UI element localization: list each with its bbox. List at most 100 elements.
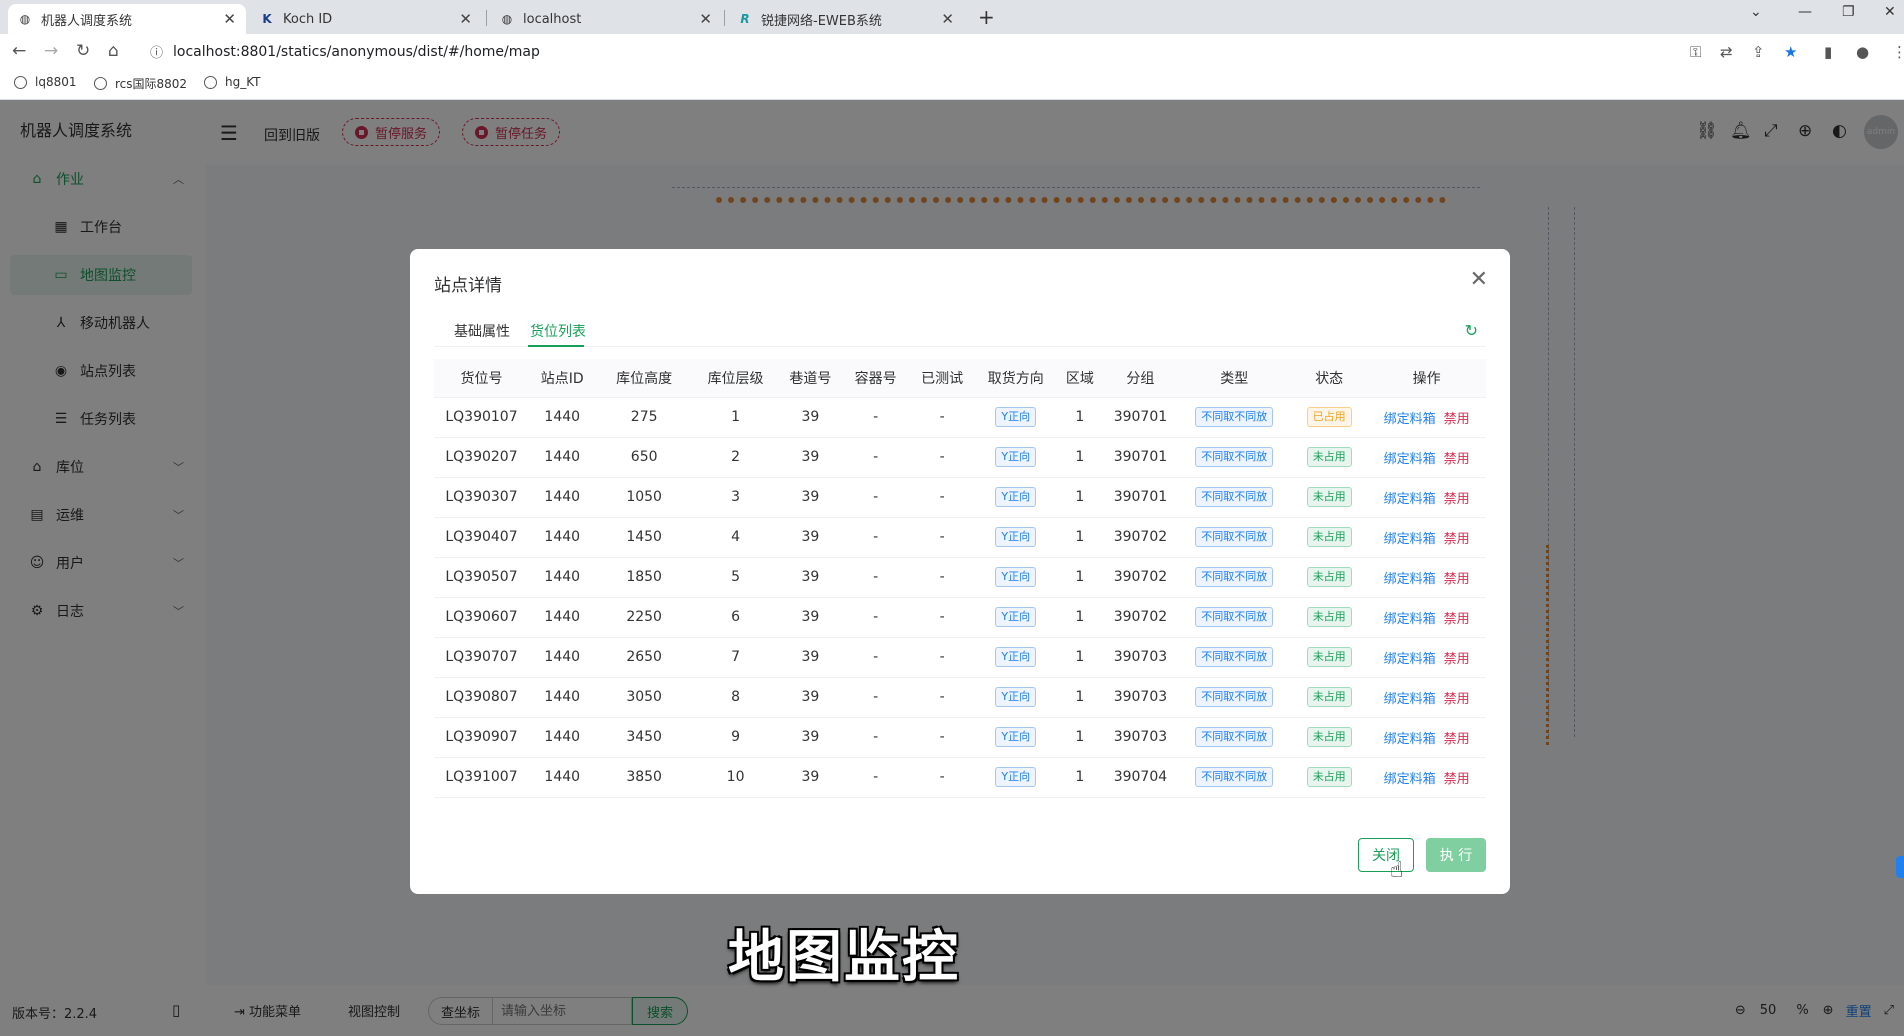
- close-icon[interactable]: ✕: [223, 10, 236, 28]
- status-badge: 未占用: [1306, 607, 1352, 627]
- cell-site: 1440: [528, 477, 596, 518]
- refresh-icon[interactable]: ↻: [1465, 321, 1478, 340]
- cell-actions: 绑定料箱 禁用: [1367, 717, 1486, 758]
- cell-area: 1: [1056, 557, 1104, 598]
- cell-site: 1440: [528, 757, 596, 798]
- profile-icon[interactable]: ●: [1856, 43, 1869, 61]
- cell-tested: -: [908, 717, 976, 758]
- minimize-icon[interactable]: —: [1798, 4, 1812, 20]
- table-row[interactable]: LQ390607 1440 2250 6 39- - Y正向 1 390702 不同取不同放 未占用…: [434, 597, 1486, 638]
- back-arrow-icon[interactable]: ←: [12, 41, 26, 61]
- bind-container-link[interactable]: 绑定料箱: [1384, 492, 1436, 507]
- bookmark-lq8801[interactable]: lq8801: [14, 75, 77, 89]
- status-badge: 未占用: [1306, 567, 1352, 587]
- disable-link[interactable]: 禁用: [1444, 452, 1470, 467]
- tab-location-list[interactable]: 货位列表: [530, 321, 586, 341]
- kebab-menu-icon[interactable]: ⋮: [1892, 43, 1904, 61]
- browser-tab-koch[interactable]: K Koch ID ✕: [250, 4, 482, 34]
- disable-link[interactable]: 禁用: [1444, 492, 1470, 507]
- table-row[interactable]: LQ390707 1440 2650 7 39- - Y正向 1 390703 不同取不同放 未占用…: [434, 637, 1486, 678]
- bind-container-link[interactable]: 绑定料箱: [1384, 692, 1436, 707]
- cell-loc: LQ390807: [434, 677, 529, 718]
- new-tab-plus-icon[interactable]: +: [978, 5, 995, 29]
- sidepanel-icon[interactable]: ▮: [1824, 43, 1832, 61]
- cell-actions: 绑定料箱 禁用: [1367, 517, 1486, 558]
- browser-tab-eweb[interactable]: R 锐捷网络-EWEB系统 ✕: [728, 4, 964, 34]
- cell-container: -: [842, 437, 909, 478]
- translate-icon[interactable]: ⇄: [1720, 43, 1733, 61]
- table-row[interactable]: LQ390907 1440 3450 9 39- - Y正向 1 390703 不同取不同放 未占用…: [434, 717, 1486, 758]
- bind-container-link[interactable]: 绑定料箱: [1384, 612, 1436, 627]
- direction-tag: Y正向: [995, 767, 1037, 787]
- cell-dir: Y正向: [975, 477, 1057, 518]
- globe-icon: [204, 75, 217, 89]
- forward-arrow-icon[interactable]: →: [44, 41, 58, 61]
- tab-divider: [486, 10, 487, 26]
- table-row[interactable]: LQ390407 1440 1450 4 39- - Y正向 1 390702 不同取不同放 未占用…: [434, 517, 1486, 558]
- bind-container-link[interactable]: 绑定料箱: [1384, 572, 1436, 587]
- bind-container-link[interactable]: 绑定料箱: [1384, 652, 1436, 667]
- cell-actions: 绑定料箱 禁用: [1367, 437, 1486, 478]
- bind-container-link[interactable]: 绑定料箱: [1384, 732, 1436, 747]
- browser-tab-strip: ◍ 机器人调度系统 ✕ K Koch ID ✕ ◍ localhost ✕ R …: [0, 0, 1904, 34]
- disable-link[interactable]: 禁用: [1444, 652, 1470, 667]
- disable-link[interactable]: 禁用: [1444, 412, 1470, 427]
- info-icon[interactable]: ⓘ: [150, 42, 163, 61]
- share-icon[interactable]: ⇪: [1752, 43, 1765, 61]
- bind-container-link[interactable]: 绑定料箱: [1384, 772, 1436, 787]
- disable-link[interactable]: 禁用: [1444, 692, 1470, 707]
- table-row[interactable]: LQ390307 1440 1050 3 39- - Y正向 1 390701 不同取不同放 未占用…: [434, 477, 1486, 518]
- cell-group: 390703: [1103, 637, 1178, 678]
- cell-aisle: 39: [778, 597, 843, 638]
- cell-loc: LQ390707: [434, 637, 529, 678]
- execute-button[interactable]: 执 行: [1426, 838, 1486, 872]
- bind-container-link[interactable]: 绑定料箱: [1384, 452, 1436, 467]
- close-icon[interactable]: ✕: [459, 10, 472, 28]
- direction-tag: Y正向: [995, 407, 1037, 427]
- cell-status: 未占用: [1291, 717, 1368, 758]
- cell-dir: Y正向: [975, 717, 1057, 758]
- url-field[interactable]: ⓘ localhost:8801/statics/anonymous/dist/…: [140, 38, 1680, 65]
- browser-tab-localhost[interactable]: ◍ localhost ✕: [490, 4, 722, 34]
- star-icon[interactable]: ★: [1784, 43, 1797, 61]
- mouse-pointer-icon: ☝: [1390, 858, 1404, 883]
- close-button[interactable]: 关闭: [1358, 838, 1414, 872]
- disable-link[interactable]: 禁用: [1444, 612, 1470, 627]
- window-close-icon[interactable]: ✕: [1884, 4, 1896, 20]
- cell-site: 1440: [528, 517, 596, 558]
- home-icon[interactable]: ⌂: [108, 41, 119, 61]
- table-row[interactable]: LQ390107 1440 275 1 39- - Y正向 1 390701 不同取不同放 已占用绑…: [434, 397, 1486, 438]
- reload-icon[interactable]: ↻: [76, 41, 90, 61]
- cell-aisle: 39: [778, 557, 843, 598]
- cell-level: 2: [692, 437, 779, 478]
- table-row[interactable]: LQ391007 1440 3850 10 39- - Y正向 1 390704 不同取不同放 未占…: [434, 757, 1486, 798]
- restore-icon[interactable]: ❐: [1842, 4, 1855, 20]
- status-badge: 未占用: [1306, 527, 1352, 547]
- disable-link[interactable]: 禁用: [1444, 772, 1470, 787]
- tab-search-chevron-icon[interactable]: ⌄: [1750, 4, 1762, 20]
- close-icon[interactable]: ✕: [941, 10, 954, 28]
- bind-container-link[interactable]: 绑定料箱: [1384, 412, 1436, 427]
- bookmark-label: lq8801: [35, 75, 77, 89]
- key-icon[interactable]: ⚿: [1690, 43, 1701, 61]
- close-icon[interactable]: ✕: [699, 10, 712, 28]
- bookmark-hg-kt[interactable]: hg_KT: [204, 75, 261, 89]
- floating-handle[interactable]: [1896, 856, 1904, 878]
- cell-tested: -: [908, 517, 976, 558]
- close-icon[interactable]: ✕: [1470, 267, 1488, 292]
- disable-link[interactable]: 禁用: [1444, 572, 1470, 587]
- bookmark-rcs[interactable]: rcs国际8802: [94, 75, 187, 92]
- browser-tab-robot-system[interactable]: ◍ 机器人调度系统 ✕: [8, 4, 246, 34]
- table-row[interactable]: LQ390507 1440 1850 5 39- - Y正向 1 390702 不同取不同放 未占用…: [434, 557, 1486, 598]
- column-header: 货位号: [434, 359, 529, 398]
- status-badge: 已占用: [1306, 407, 1352, 427]
- disable-link[interactable]: 禁用: [1444, 532, 1470, 547]
- column-header: 状态: [1291, 359, 1368, 398]
- table-row[interactable]: LQ390207 1440 650 2 39- - Y正向 1 390701 不同取不同放 未占用绑…: [434, 437, 1486, 478]
- disable-link[interactable]: 禁用: [1444, 732, 1470, 747]
- tab-basic-attributes[interactable]: 基础属性: [454, 321, 510, 341]
- column-header: 类型: [1177, 359, 1292, 398]
- cell-loc: LQ390607: [434, 597, 529, 638]
- table-row[interactable]: LQ390807 1440 3050 8 39- - Y正向 1 390703 不同取不同放 未占用…: [434, 677, 1486, 718]
- bind-container-link[interactable]: 绑定料箱: [1384, 532, 1436, 547]
